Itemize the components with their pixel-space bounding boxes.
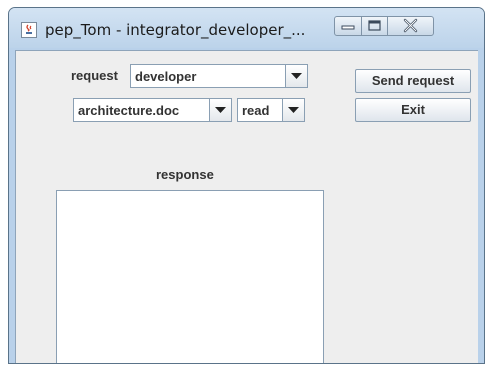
- maximize-icon: [368, 20, 381, 31]
- response-label: response: [156, 167, 214, 182]
- request-label: request: [71, 68, 118, 83]
- request-dropdown-arrow[interactable]: [285, 65, 307, 87]
- app-window: pep_Tom - integrator_developer_... reque…: [8, 7, 485, 364]
- chevron-down-icon: [288, 107, 299, 113]
- chevron-down-icon: [291, 73, 302, 79]
- action-combobox-value: read: [242, 103, 270, 118]
- send-request-button[interactable]: Send request: [355, 69, 471, 93]
- response-textarea[interactable]: [56, 190, 324, 363]
- request-combobox-value: developer: [135, 69, 197, 84]
- minimize-icon: [341, 25, 355, 30]
- action-combobox[interactable]: read: [237, 98, 305, 122]
- document-dropdown-arrow[interactable]: [209, 99, 231, 121]
- exit-button[interactable]: Exit: [355, 98, 471, 122]
- window-title: pep_Tom - integrator_developer_...: [45, 21, 306, 39]
- title-bar[interactable]: pep_Tom - integrator_developer_...: [9, 8, 484, 48]
- java-app-icon: [21, 22, 37, 38]
- close-button[interactable]: [387, 16, 434, 36]
- request-combobox[interactable]: developer: [130, 64, 308, 88]
- close-icon: [403, 18, 418, 33]
- document-combobox[interactable]: architecture.doc: [73, 98, 232, 122]
- minimize-button[interactable]: [334, 16, 362, 36]
- document-combobox-value: architecture.doc: [78, 103, 180, 118]
- client-area: request developer architecture.doc read: [15, 50, 478, 363]
- action-dropdown-arrow[interactable]: [282, 99, 304, 121]
- chevron-down-icon: [215, 107, 226, 113]
- maximize-button[interactable]: [361, 16, 388, 36]
